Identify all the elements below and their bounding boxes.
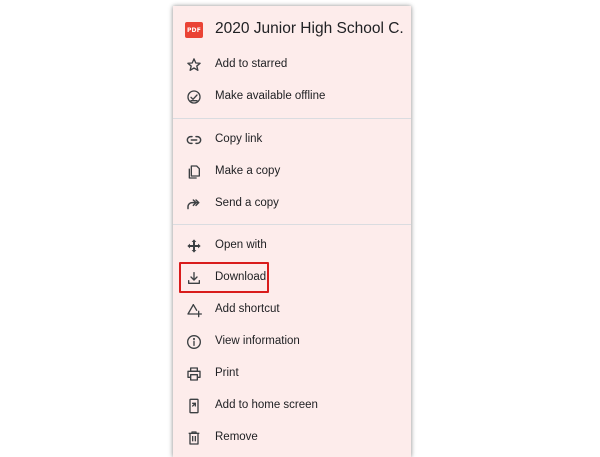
menu-item-make-a-copy[interactable]: Make a copy: [173, 157, 411, 187]
trash-icon: [186, 430, 202, 446]
menu-item-send-a-copy[interactable]: Send a copy: [173, 189, 411, 219]
menu-divider: [173, 224, 411, 225]
menu-item-label: Download: [215, 271, 267, 283]
add-shortcut-icon: [186, 302, 202, 318]
menu-item-make-available-offline[interactable]: Make available offline: [173, 82, 411, 112]
menu-item-print[interactable]: Print: [173, 359, 411, 389]
menu-item-add-to-starred[interactable]: Add to starred: [173, 50, 411, 80]
home-screen-icon: [186, 398, 202, 414]
menu-item-label: Open with: [215, 239, 267, 251]
pdf-file-icon: PDF: [185, 22, 203, 38]
menu-item-label: View information: [215, 335, 300, 347]
link-icon: [186, 132, 202, 148]
star-icon: [186, 57, 202, 73]
menu-header: PDF 2020 Junior High School C...: [173, 6, 411, 46]
menu-item-label: Print: [215, 367, 239, 379]
menu-item-label: Make available offline: [215, 90, 326, 102]
info-icon: [186, 334, 202, 350]
menu-item-download[interactable]: Download: [173, 263, 411, 293]
menu-item-add-shortcut[interactable]: Add shortcut: [173, 295, 411, 325]
menu-item-view-information[interactable]: View information: [173, 327, 411, 357]
download-icon: [186, 270, 202, 286]
file-context-menu: PDF 2020 Junior High School C... Add to …: [173, 6, 411, 457]
offline-check-icon: [186, 89, 202, 105]
send-arrow-icon: [186, 196, 202, 212]
menu-item-label: Send a copy: [215, 197, 279, 209]
menu-divider: [173, 118, 411, 119]
menu-item-copy-link[interactable]: Copy link: [173, 125, 411, 155]
menu-item-label: Copy link: [215, 133, 263, 145]
open-with-icon: [186, 238, 202, 254]
menu-item-label: Make a copy: [215, 165, 281, 177]
file-title: 2020 Junior High School C...: [215, 20, 405, 37]
menu-item-label: Add to home screen: [215, 399, 318, 411]
copy-icon: [186, 164, 202, 180]
menu-item-add-to-home-screen[interactable]: Add to home screen: [173, 391, 411, 421]
menu-item-remove[interactable]: Remove: [173, 423, 411, 453]
menu-item-label: Add shortcut: [215, 303, 280, 315]
menu-item-label: Add to starred: [215, 58, 288, 70]
menu-item-open-with[interactable]: Open with: [173, 231, 411, 261]
menu-item-label: Remove: [215, 431, 258, 443]
print-icon: [186, 366, 202, 382]
